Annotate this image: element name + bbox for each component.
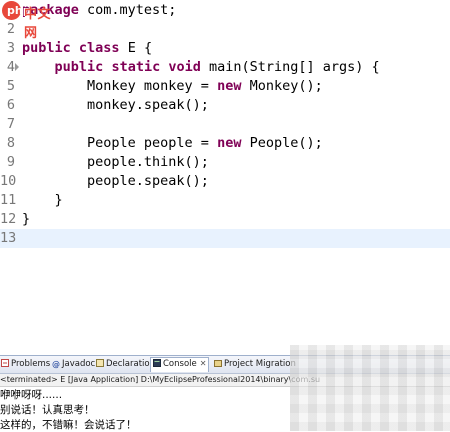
code-line[interactable]: 2 — [0, 20, 450, 39]
code-line[interactable]: 3 public class E { — [0, 39, 450, 58]
code-line[interactable]: 9 people.think(); — [0, 153, 450, 172]
code-line[interactable]: 4 public static void main(String[] args)… — [0, 58, 450, 77]
console-output-line: 咿咿呀呀...... — [0, 389, 63, 401]
keyword: void — [168, 59, 201, 75]
code-text: People people = new People(); — [22, 135, 323, 151]
code-text: people.speak(); — [22, 173, 209, 189]
tab-project-migration[interactable]: Project Migration — [214, 359, 296, 372]
line-number: 12 — [0, 211, 17, 227]
code-line[interactable]: 7 — [0, 115, 450, 134]
keyword: public — [22, 40, 71, 56]
line-number: 10 — [0, 173, 17, 189]
keyword: new — [217, 135, 242, 151]
code-line[interactable]: 13 — [0, 229, 450, 248]
code-editor[interactable]: 1package com.mytest;2 3 public class E { 4 … — [0, 0, 450, 348]
code-line[interactable]: 5 Monkey monkey = new Monkey(); — [0, 77, 450, 96]
console-icon — [153, 359, 161, 367]
line-number: 9 — [6, 154, 15, 170]
tab-javadoc[interactable]: @ Javadoc — [52, 359, 95, 372]
line-number: 13 — [0, 230, 17, 246]
site-watermark-logo: php 中文网 — [0, 0, 62, 41]
code-text: } — [22, 192, 63, 208]
watermark-text: 中文网 — [24, 7, 52, 41]
declaration-icon — [96, 359, 104, 367]
fold-arrow-icon[interactable] — [15, 63, 19, 71]
tab-declaration[interactable]: Declaration — [96, 359, 155, 372]
line-number: 11 — [0, 192, 17, 208]
tab-console[interactable]: Console ✕ — [150, 357, 210, 372]
project-migration-icon — [214, 360, 222, 367]
problems-icon — [1, 359, 9, 367]
code-text: public class E { — [22, 40, 153, 56]
code-line[interactable]: 1package com.mytest; — [0, 1, 450, 20]
code-line[interactable]: 6 monkey.speak(); — [0, 96, 450, 115]
code-text: monkey.speak(); — [22, 97, 209, 113]
line-number: 2 — [6, 21, 15, 37]
line-number: 8 — [6, 135, 15, 151]
code-text: Monkey monkey = new Monkey(); — [22, 78, 323, 94]
watermark-circle: php — [2, 1, 31, 20]
code-line[interactable]: 11 } — [0, 191, 450, 210]
code-line[interactable]: 10 people.speak(); — [0, 172, 450, 191]
tab-label: Declaration — [106, 359, 156, 369]
console-output-line: 别说话！认真思考！ — [0, 404, 95, 416]
close-icon[interactable]: ✕ — [200, 359, 207, 368]
code-text: } — [22, 211, 31, 227]
keyword: public — [54, 59, 104, 75]
tab-label: Javadoc — [62, 359, 96, 369]
javadoc-icon: @ — [52, 360, 60, 369]
console-output-line: 这样的，不错嘛！会说话了！ — [0, 419, 137, 431]
code-line[interactable]: 8 People people = new People(); — [0, 134, 450, 153]
tab-label: Project Migration — [224, 359, 296, 369]
keyword: static — [111, 59, 161, 75]
line-number: 6 — [6, 97, 15, 113]
line-number: 3 — [6, 40, 15, 56]
tab-problems[interactable]: Problems — [1, 359, 50, 372]
line-number: 4 — [6, 59, 15, 75]
line-number: 5 — [6, 78, 15, 94]
code-text: public static void main(String[] args) { — [54, 59, 380, 75]
code-line[interactable]: 12} — [0, 210, 450, 229]
line-number: 7 — [6, 116, 15, 132]
keyword: class — [78, 40, 120, 56]
tab-label: Console — [163, 359, 197, 369]
code-text: people.think(); — [22, 154, 209, 170]
keyword: new — [217, 78, 242, 94]
pixelation-overlay — [290, 345, 450, 431]
tab-label: Problems — [11, 359, 51, 369]
